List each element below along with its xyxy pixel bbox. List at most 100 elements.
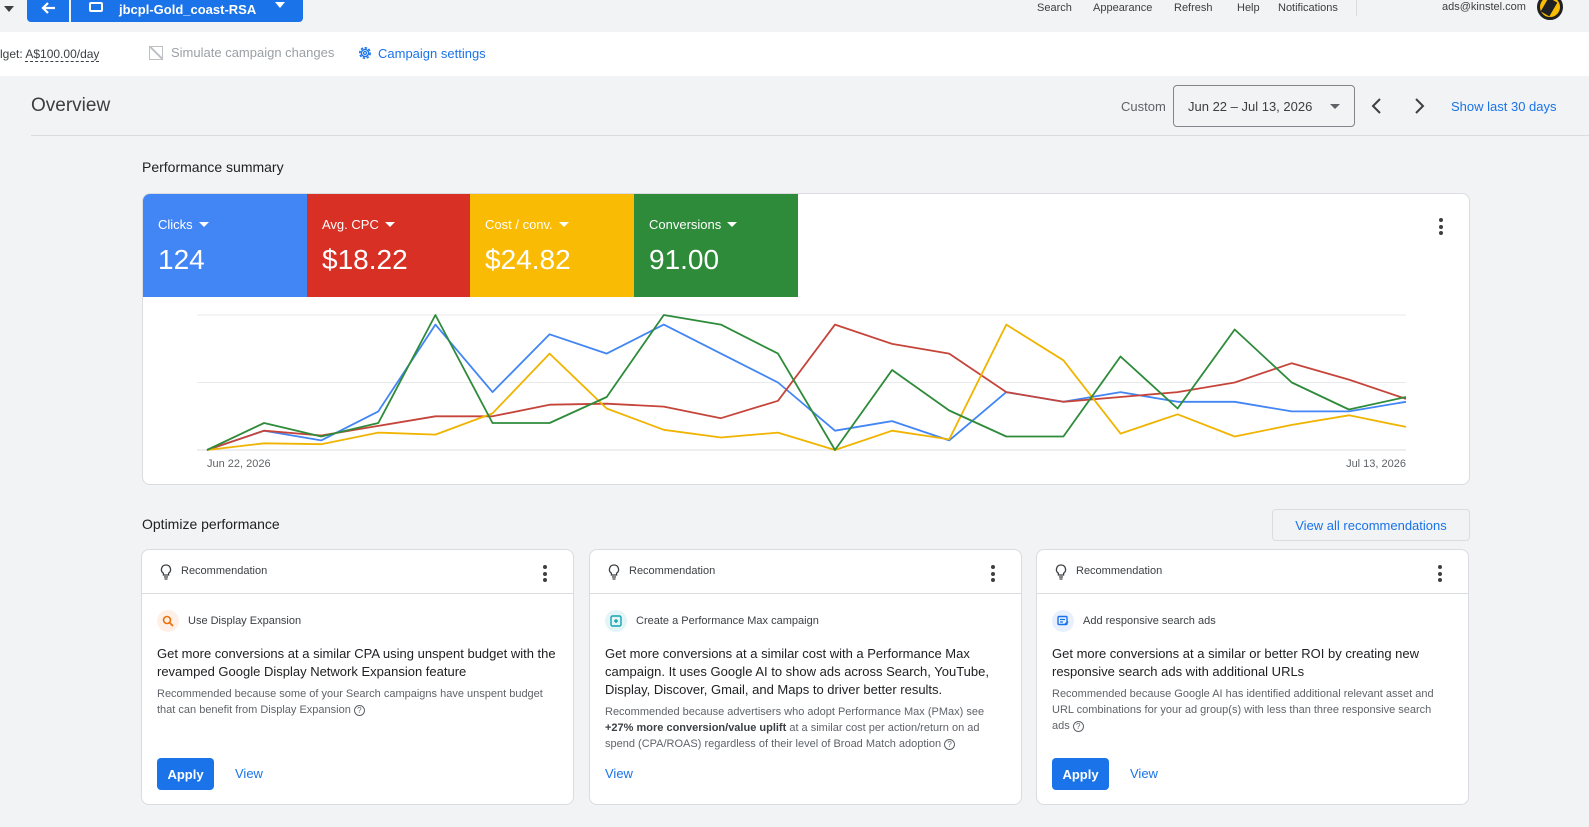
metric-value: 91.00 [649, 244, 720, 275]
metric-tile-conversions[interactable]: Conversions 91.00 [634, 194, 798, 297]
top-bar: jbcpl-Gold_coast-RSA Search Appearance R… [0, 0, 1589, 32]
recommendation-label: Recommendation [181, 565, 268, 577]
campaign-settings-button[interactable]: Campaign settings [357, 45, 486, 61]
performance-max-icon [605, 610, 627, 632]
avatar[interactable] [1537, 0, 1563, 20]
performance-line-chart: Jun 22, 2026 Jul 13, 2026 [197, 314, 1407, 470]
metric-label: Avg. CPC [322, 217, 379, 232]
chevron-down-icon [275, 2, 285, 8]
recommendation-description: Get more conversions at a similar CPA us… [157, 646, 556, 679]
chevron-down-icon [1330, 104, 1340, 109]
recommendation-card-display-expansion: Recommendation Use Display Expansion Get… [141, 549, 574, 805]
chevron-down-icon [727, 222, 738, 227]
recommendation-reason: Recommended because Google AI has identi… [1052, 686, 1452, 734]
back-button[interactable] [27, 0, 69, 22]
recommendation-type: Add responsive search ads [1052, 610, 1216, 632]
menu-help[interactable]: Help [1237, 2, 1260, 14]
date-range-value: Jun 22 – Jul 13, 2026 [1188, 99, 1313, 114]
view-all-recommendations-button[interactable]: View all recommendations [1272, 509, 1470, 541]
recommendation-header: Recommendation [590, 550, 1021, 594]
optimize-performance-title: Optimize performance [142, 516, 280, 532]
lightbulb-icon [1055, 564, 1067, 580]
recommendation-reason: Recommended because some of your Search … [157, 686, 557, 718]
recommendation-reason-text: Recommended because Google AI has identi… [1052, 688, 1434, 732]
search-icon [157, 610, 179, 632]
menu-refresh[interactable]: Refresh [1174, 2, 1213, 14]
menu-search[interactable]: Search [1037, 2, 1072, 14]
campaign-sub-bar: lget: A$100.00/day Simulate campaign cha… [0, 32, 1589, 76]
view-button[interactable]: View [235, 766, 263, 781]
recommendation-type-label: Create a Performance Max campaign [636, 615, 819, 627]
view-button[interactable]: View [605, 766, 633, 781]
chevron-right-icon[interactable] [1409, 96, 1429, 116]
menu-notifications[interactable]: Notifications [1278, 2, 1338, 14]
uplift-highlight: +27% more conversion/value uplift [605, 722, 787, 734]
more-options-icon[interactable] [991, 565, 995, 585]
help-icon[interactable]: ? [944, 739, 956, 750]
x-axis-end-label: Jul 13, 2026 [1346, 458, 1406, 470]
recommendation-reason-text: Recommended because some of your Search … [157, 688, 543, 716]
more-options-icon[interactable] [1438, 565, 1442, 585]
recommendation-card-performance-max: Recommendation Create a Performance Max … [589, 549, 1022, 805]
simulate-button[interactable]: Simulate campaign changes [149, 45, 334, 60]
lightbulb-icon [160, 564, 172, 580]
divider [1356, 0, 1357, 16]
show-last-30-days-link[interactable]: Show last 30 days [1451, 99, 1557, 114]
user-email[interactable]: ads@kinstel.com [1442, 1, 1526, 13]
apply-button[interactable]: Apply [1052, 758, 1109, 790]
recommendation-reason-text: Recommended because advertisers who adop… [605, 706, 985, 718]
metric-label: Clicks [158, 217, 193, 232]
help-icon[interactable]: ? [1072, 721, 1084, 732]
divider [31, 135, 1589, 136]
campaign-settings-label: Campaign settings [378, 45, 486, 61]
recommendation-description: Get more conversions at a similar cost w… [605, 646, 989, 697]
performance-summary-title: Performance summary [142, 159, 284, 175]
metric-value: 124 [158, 244, 205, 275]
metric-label: Conversions [649, 217, 722, 232]
series-line-cost-conv [206, 323, 1407, 451]
metric-label: Cost / conv. [485, 217, 553, 232]
view-button[interactable]: View [1130, 766, 1158, 781]
recommendation-header: Recommendation [142, 550, 573, 594]
metric-value: $18.22 [322, 244, 408, 275]
campaign-name: jbcpl-Gold_coast-RSA [119, 1, 257, 17]
gear-icon [359, 47, 371, 59]
metric-value: $24.82 [485, 244, 571, 275]
recommendation-type-label: Add responsive search ads [1083, 615, 1216, 627]
recommendation-label: Recommendation [629, 565, 716, 577]
series-line-clicks [206, 323, 1407, 451]
arrow-left-icon [41, 2, 55, 14]
recommendation-type-label: Use Display Expansion [188, 615, 302, 627]
recommendation-type: Use Display Expansion [157, 610, 301, 632]
recommendation-card-responsive-search-ads: Recommendation Add responsive search ads… [1036, 549, 1469, 805]
menu-caret-icon[interactable] [4, 6, 14, 12]
recommendation-header: Recommendation [1037, 550, 1468, 594]
chevron-down-icon [198, 222, 209, 227]
more-options-icon[interactable] [1439, 218, 1443, 238]
chevron-left-icon[interactable] [1367, 96, 1387, 116]
chevron-down-icon [558, 222, 569, 227]
metric-tile-clicks[interactable]: Clicks 124 [143, 194, 307, 297]
chevron-down-icon [384, 222, 395, 227]
budget-value[interactable]: A$100.00/day [25, 47, 100, 62]
metric-tile-cost-per-conv[interactable]: Cost / conv. $24.82 [470, 194, 634, 297]
simulate-disabled-icon [149, 45, 163, 60]
date-range-picker[interactable]: Jun 22 – Jul 13, 2026 [1173, 85, 1355, 127]
lightbulb-icon [608, 564, 620, 580]
menu-appearance[interactable]: Appearance [1093, 2, 1152, 14]
more-options-icon[interactable] [543, 565, 547, 585]
budget-label: lget: [0, 47, 23, 61]
recommendation-reason: Recommended because advertisers who adop… [605, 704, 1005, 752]
budget-info[interactable]: lget: A$100.00/day [0, 47, 100, 62]
date-range-type: Custom [1121, 99, 1166, 114]
apply-button[interactable]: Apply [157, 758, 214, 790]
recommendation-type: Create a Performance Max campaign [605, 610, 819, 632]
help-icon[interactable]: ? [353, 705, 365, 716]
campaign-icon [89, 2, 103, 12]
page-title: Overview [31, 95, 111, 116]
recommendation-label: Recommendation [1076, 565, 1163, 577]
simulate-label: Simulate campaign changes [171, 45, 335, 60]
campaign-selector[interactable]: jbcpl-Gold_coast-RSA [71, 0, 303, 22]
x-axis-start-label: Jun 22, 2026 [207, 458, 271, 470]
metric-tile-avg-cpc[interactable]: Avg. CPC $18.22 [307, 194, 471, 297]
